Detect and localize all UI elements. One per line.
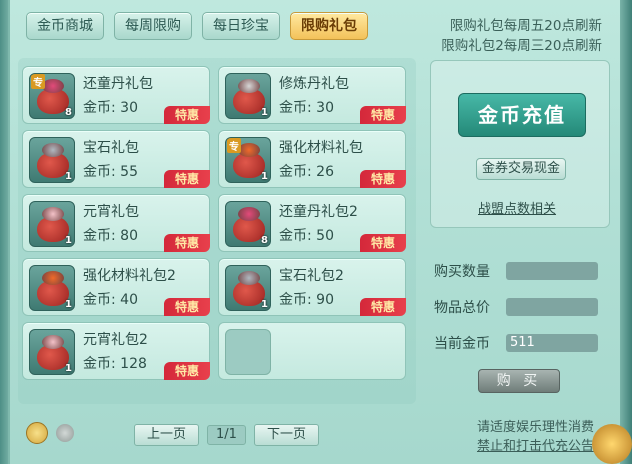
item-price: 金币: 90: [279, 292, 334, 308]
gift-item[interactable]: 1 宝石礼包金币: 55 特惠: [22, 130, 210, 188]
pagination: 上一页 1/1 下一页: [134, 424, 319, 446]
item-name: 宝石礼包2: [279, 268, 344, 284]
discount-badge: 特惠: [360, 234, 406, 252]
empty-icon-box: [225, 329, 271, 375]
gift-bag-icon: 1: [29, 329, 75, 375]
tab-daily-treasure[interactable]: 每日珍宝: [202, 12, 280, 40]
discount-badge: 特惠: [164, 298, 210, 316]
item-price: 金币: 128: [83, 356, 147, 372]
page-indicator: 1/1: [207, 425, 246, 445]
gray-orb-icon[interactable]: [56, 424, 74, 442]
item-name: 元宵礼包2: [83, 332, 148, 348]
item-price: 金币: 80: [83, 228, 138, 244]
corner-event-icon[interactable]: [592, 424, 632, 464]
gift-bag-icon: 1: [29, 265, 75, 311]
discount-badge: 特惠: [164, 234, 210, 252]
item-name: 还童丹礼包: [83, 76, 153, 92]
discount-badge: 特惠: [360, 298, 406, 316]
tab-bar: 金币商城 每周限购 每日珍宝 限购礼包: [26, 12, 368, 40]
gift-item[interactable]: 专 1 强化材料礼包 金币: 26 特惠: [218, 130, 406, 188]
exchange-button[interactable]: 金券交易现金: [476, 158, 566, 180]
notice-line-1: 限购礼包每周五20点刷新: [449, 18, 602, 34]
exclusive-tag: 专: [227, 138, 241, 153]
discount-badge: 特惠: [360, 106, 406, 124]
gift-bag-icon: 1: [29, 201, 75, 247]
discount-badge: 特惠: [164, 170, 210, 188]
right-edge: [620, 0, 632, 464]
current-gold-field: 511: [506, 334, 598, 352]
gift-contents: [42, 271, 64, 285]
gift-contents: [238, 79, 260, 93]
gift-contents: [42, 143, 64, 157]
prev-page-button[interactable]: 上一页: [134, 424, 200, 446]
tab-limited-gift[interactable]: 限购礼包: [290, 12, 368, 40]
item-name: 元宵礼包: [83, 204, 139, 220]
item-name: 强化材料礼包2: [83, 268, 176, 284]
item-price: 金币: 50: [279, 228, 334, 244]
next-page-button[interactable]: 下一页: [253, 424, 319, 446]
item-count: 1: [65, 171, 72, 182]
footer-line-1: 请适度娱乐理性消费: [476, 420, 594, 435]
total-price-field: [506, 298, 598, 316]
item-count: 1: [65, 363, 72, 374]
recharge-button[interactable]: 金币充值: [458, 93, 586, 137]
gift-bag-icon: 1: [225, 265, 271, 311]
item-count: 1: [261, 171, 268, 182]
gift-bag-icon: 1: [225, 73, 271, 119]
tab-gold-mall[interactable]: 金币商城: [26, 12, 104, 40]
tab-weekly-limit[interactable]: 每周限购: [114, 12, 192, 40]
item-name: 宝石礼包: [83, 140, 139, 156]
item-name: 强化材料礼包: [279, 140, 363, 156]
item-count: 8: [65, 107, 72, 118]
gift-bag-icon: 专8: [29, 73, 75, 119]
gift-contents: [42, 79, 64, 93]
empty-slot: [218, 322, 406, 380]
item-price: 金币: 40: [83, 292, 138, 308]
item-count: 8: [261, 235, 268, 246]
magnifier-icon[interactable]: [26, 422, 48, 444]
gift-bag-icon: 1: [29, 137, 75, 183]
gift-bag-icon: 8: [225, 201, 271, 247]
footer-notice: 请适度娱乐理性消费 禁止和打击代充公告: [477, 418, 594, 456]
gift-item[interactable]: 1 元宵礼包2 金币: 128 特惠: [22, 322, 210, 380]
gift-item[interactable]: 专 8 还童丹礼包 金币: 30 特惠: [22, 66, 210, 124]
item-count: 1: [65, 235, 72, 246]
item-count: 1: [65, 299, 72, 310]
item-name: 还童丹礼包2: [279, 204, 358, 220]
discount-badge: 特惠: [164, 362, 210, 380]
gift-item[interactable]: 8 还童丹礼包2 金币: 50 特惠: [218, 194, 406, 252]
gift-contents: [238, 143, 260, 157]
gift-contents: [238, 271, 260, 285]
gift-item[interactable]: 1 元宵礼包金币: 80 特惠: [22, 194, 210, 252]
item-price: 金币: 30: [83, 100, 138, 116]
gift-item[interactable]: 1 强化材料礼包2 金币: 40 特惠: [22, 258, 210, 316]
exclusive-tag: 专: [31, 74, 45, 89]
gift-bag-icon: 专1: [225, 137, 271, 183]
current-gold-label: 当前金币: [434, 336, 490, 352]
item-count: 1: [261, 299, 268, 310]
anti-recharge-announcement-link[interactable]: 禁止和打击代充公告: [477, 439, 594, 454]
item-name: 修炼丹礼包: [279, 76, 349, 92]
buy-button[interactable]: 购 买: [478, 369, 560, 393]
notice-line-2: 限购礼包2每周三20点刷新: [441, 38, 602, 54]
item-price: 金币: 55: [83, 164, 138, 180]
item-count: 1: [261, 107, 268, 118]
refresh-notice: 限购礼包每周五20点刷新 限购礼包2每周三20点刷新: [441, 16, 602, 56]
gift-contents: [42, 207, 64, 221]
qty-field[interactable]: [506, 262, 598, 280]
qty-label: 购买数量: [434, 264, 490, 280]
gift-item[interactable]: 1 宝石礼包2 金币: 90 特惠: [218, 258, 406, 316]
league-points-link[interactable]: 战盟点数相关: [478, 198, 556, 217]
item-price: 金币: 30: [279, 100, 334, 116]
discount-badge: 特惠: [164, 106, 210, 124]
discount-badge: 特惠: [360, 170, 406, 188]
gift-contents: [42, 335, 64, 349]
item-price: 金币: 26: [279, 164, 334, 180]
gift-item[interactable]: 1 修炼丹礼包金币: 30 特惠: [218, 66, 406, 124]
total-price-label: 物品总价: [434, 300, 490, 316]
gift-contents: [238, 207, 260, 221]
